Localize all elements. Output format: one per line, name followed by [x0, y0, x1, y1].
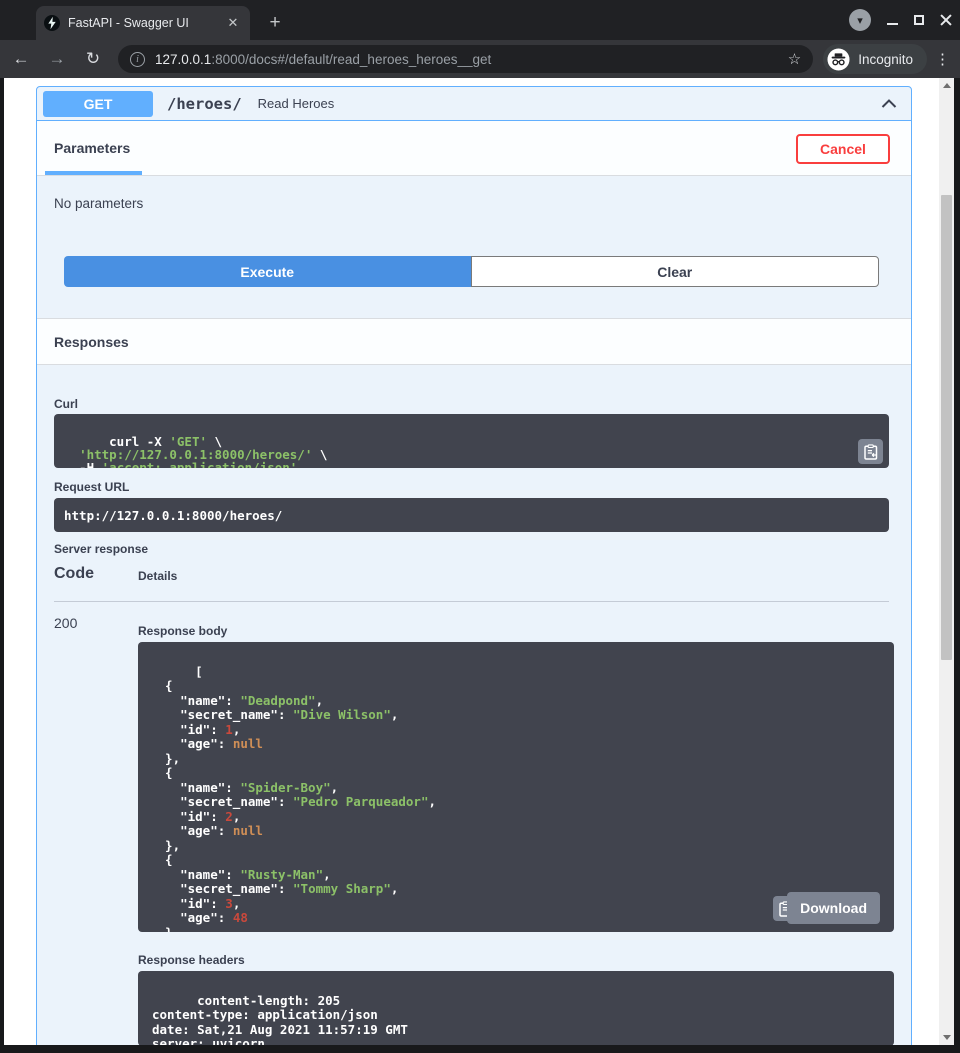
no-parameters-text: No parameters — [54, 196, 143, 211]
endpoint-path: /heroes/ — [167, 95, 242, 113]
opblock-header[interactable]: GET /heroes/ Read Heroes — [37, 87, 911, 121]
fastapi-favicon-icon — [44, 15, 60, 31]
curl-command-block: curl -X 'GET' \ 'http://127.0.0.1:8000/h… — [54, 414, 889, 468]
curl-label: Curl — [54, 397, 78, 411]
method-badge: GET — [43, 91, 153, 117]
copy-curl-button[interactable] — [858, 439, 883, 464]
response-body-label: Response body — [138, 624, 227, 638]
browser-toolbar: ← → ↻ i 127.0.0.1:8000/docs#/default/rea… — [0, 40, 960, 78]
window-close-button[interactable] — [940, 14, 952, 26]
response-headers-code: content-length: 205 content-type: applic… — [152, 993, 408, 1046]
back-button[interactable]: ← — [6, 44, 36, 74]
browser-tab[interactable]: FastAPI - Swagger UI ✕ — [36, 6, 250, 40]
endpoint-summary: Read Heroes — [258, 96, 879, 111]
browser-menu-icon[interactable]: ⋮ — [935, 50, 950, 68]
server-response-label: Server response — [54, 542, 148, 556]
reload-button[interactable]: ↻ — [78, 44, 108, 74]
download-button[interactable]: Download — [787, 892, 880, 924]
tab-strip: FastAPI - Swagger UI ✕ + ▾ — [0, 0, 960, 40]
scrollbar-thumb[interactable] — [941, 195, 952, 660]
swagger-page: GET /heroes/ Read Heroes Parameters Canc… — [4, 78, 954, 1045]
collapse-chevron-icon[interactable] — [879, 94, 899, 114]
execute-button[interactable]: Execute — [64, 256, 471, 287]
response-headers-label: Response headers — [138, 953, 245, 967]
tab-close-icon[interactable]: ✕ — [224, 14, 242, 32]
new-tab-button[interactable]: + — [262, 10, 288, 36]
response-body-block: [ { "name": "Deadpond", "secret_name": "… — [138, 642, 894, 932]
tab-title: FastAPI - Swagger UI — [68, 16, 224, 30]
code-column-header: Code — [54, 565, 94, 583]
url-text[interactable]: 127.0.0.1:8000/docs#/default/read_heroes… — [155, 52, 780, 67]
response-body-code: [ { "name": "Deadpond", "secret_name": "… — [150, 664, 436, 933]
opblock-get-heroes: GET /heroes/ Read Heroes Parameters Canc… — [36, 86, 912, 1045]
curl-code: curl -X 'GET' \ 'http://127.0.0.1:8000/h… — [64, 434, 327, 468]
request-url-block: http://127.0.0.1:8000/heroes/ — [54, 498, 889, 532]
scrollbar-down-arrow[interactable] — [939, 1030, 954, 1045]
site-info-icon[interactable]: i — [130, 52, 145, 67]
request-url-label: Request URL — [54, 480, 129, 494]
forward-button[interactable]: → — [42, 44, 72, 74]
incognito-icon — [827, 48, 850, 71]
execute-row: Execute Clear — [64, 256, 879, 287]
incognito-badge: Incognito — [823, 44, 927, 74]
scrollbar-up-arrow[interactable] — [939, 78, 954, 93]
cancel-button[interactable]: Cancel — [796, 134, 890, 164]
window-maximize-button[interactable] — [914, 15, 924, 25]
response-headers-block: content-length: 205 content-type: applic… — [138, 971, 894, 1045]
parameters-section-header: Parameters Cancel — [37, 121, 911, 176]
browser-profile-chevron-icon[interactable]: ▾ — [849, 9, 871, 31]
clear-button[interactable]: Clear — [471, 256, 880, 287]
responses-section-header: Responses — [37, 318, 911, 365]
active-tab-underline — [45, 171, 142, 175]
status-code: 200 — [54, 615, 77, 631]
incognito-label: Incognito — [858, 52, 913, 67]
parameters-title: Parameters — [54, 140, 130, 156]
table-divider — [54, 601, 889, 602]
window-minimize-button[interactable] — [887, 23, 898, 25]
details-column-header: Details — [138, 569, 177, 583]
responses-title: Responses — [54, 334, 129, 350]
bookmark-star-icon[interactable]: ☆ — [788, 50, 801, 68]
page-scrollbar[interactable] — [939, 78, 954, 1045]
address-bar[interactable]: i 127.0.0.1:8000/docs#/default/read_hero… — [118, 45, 813, 73]
